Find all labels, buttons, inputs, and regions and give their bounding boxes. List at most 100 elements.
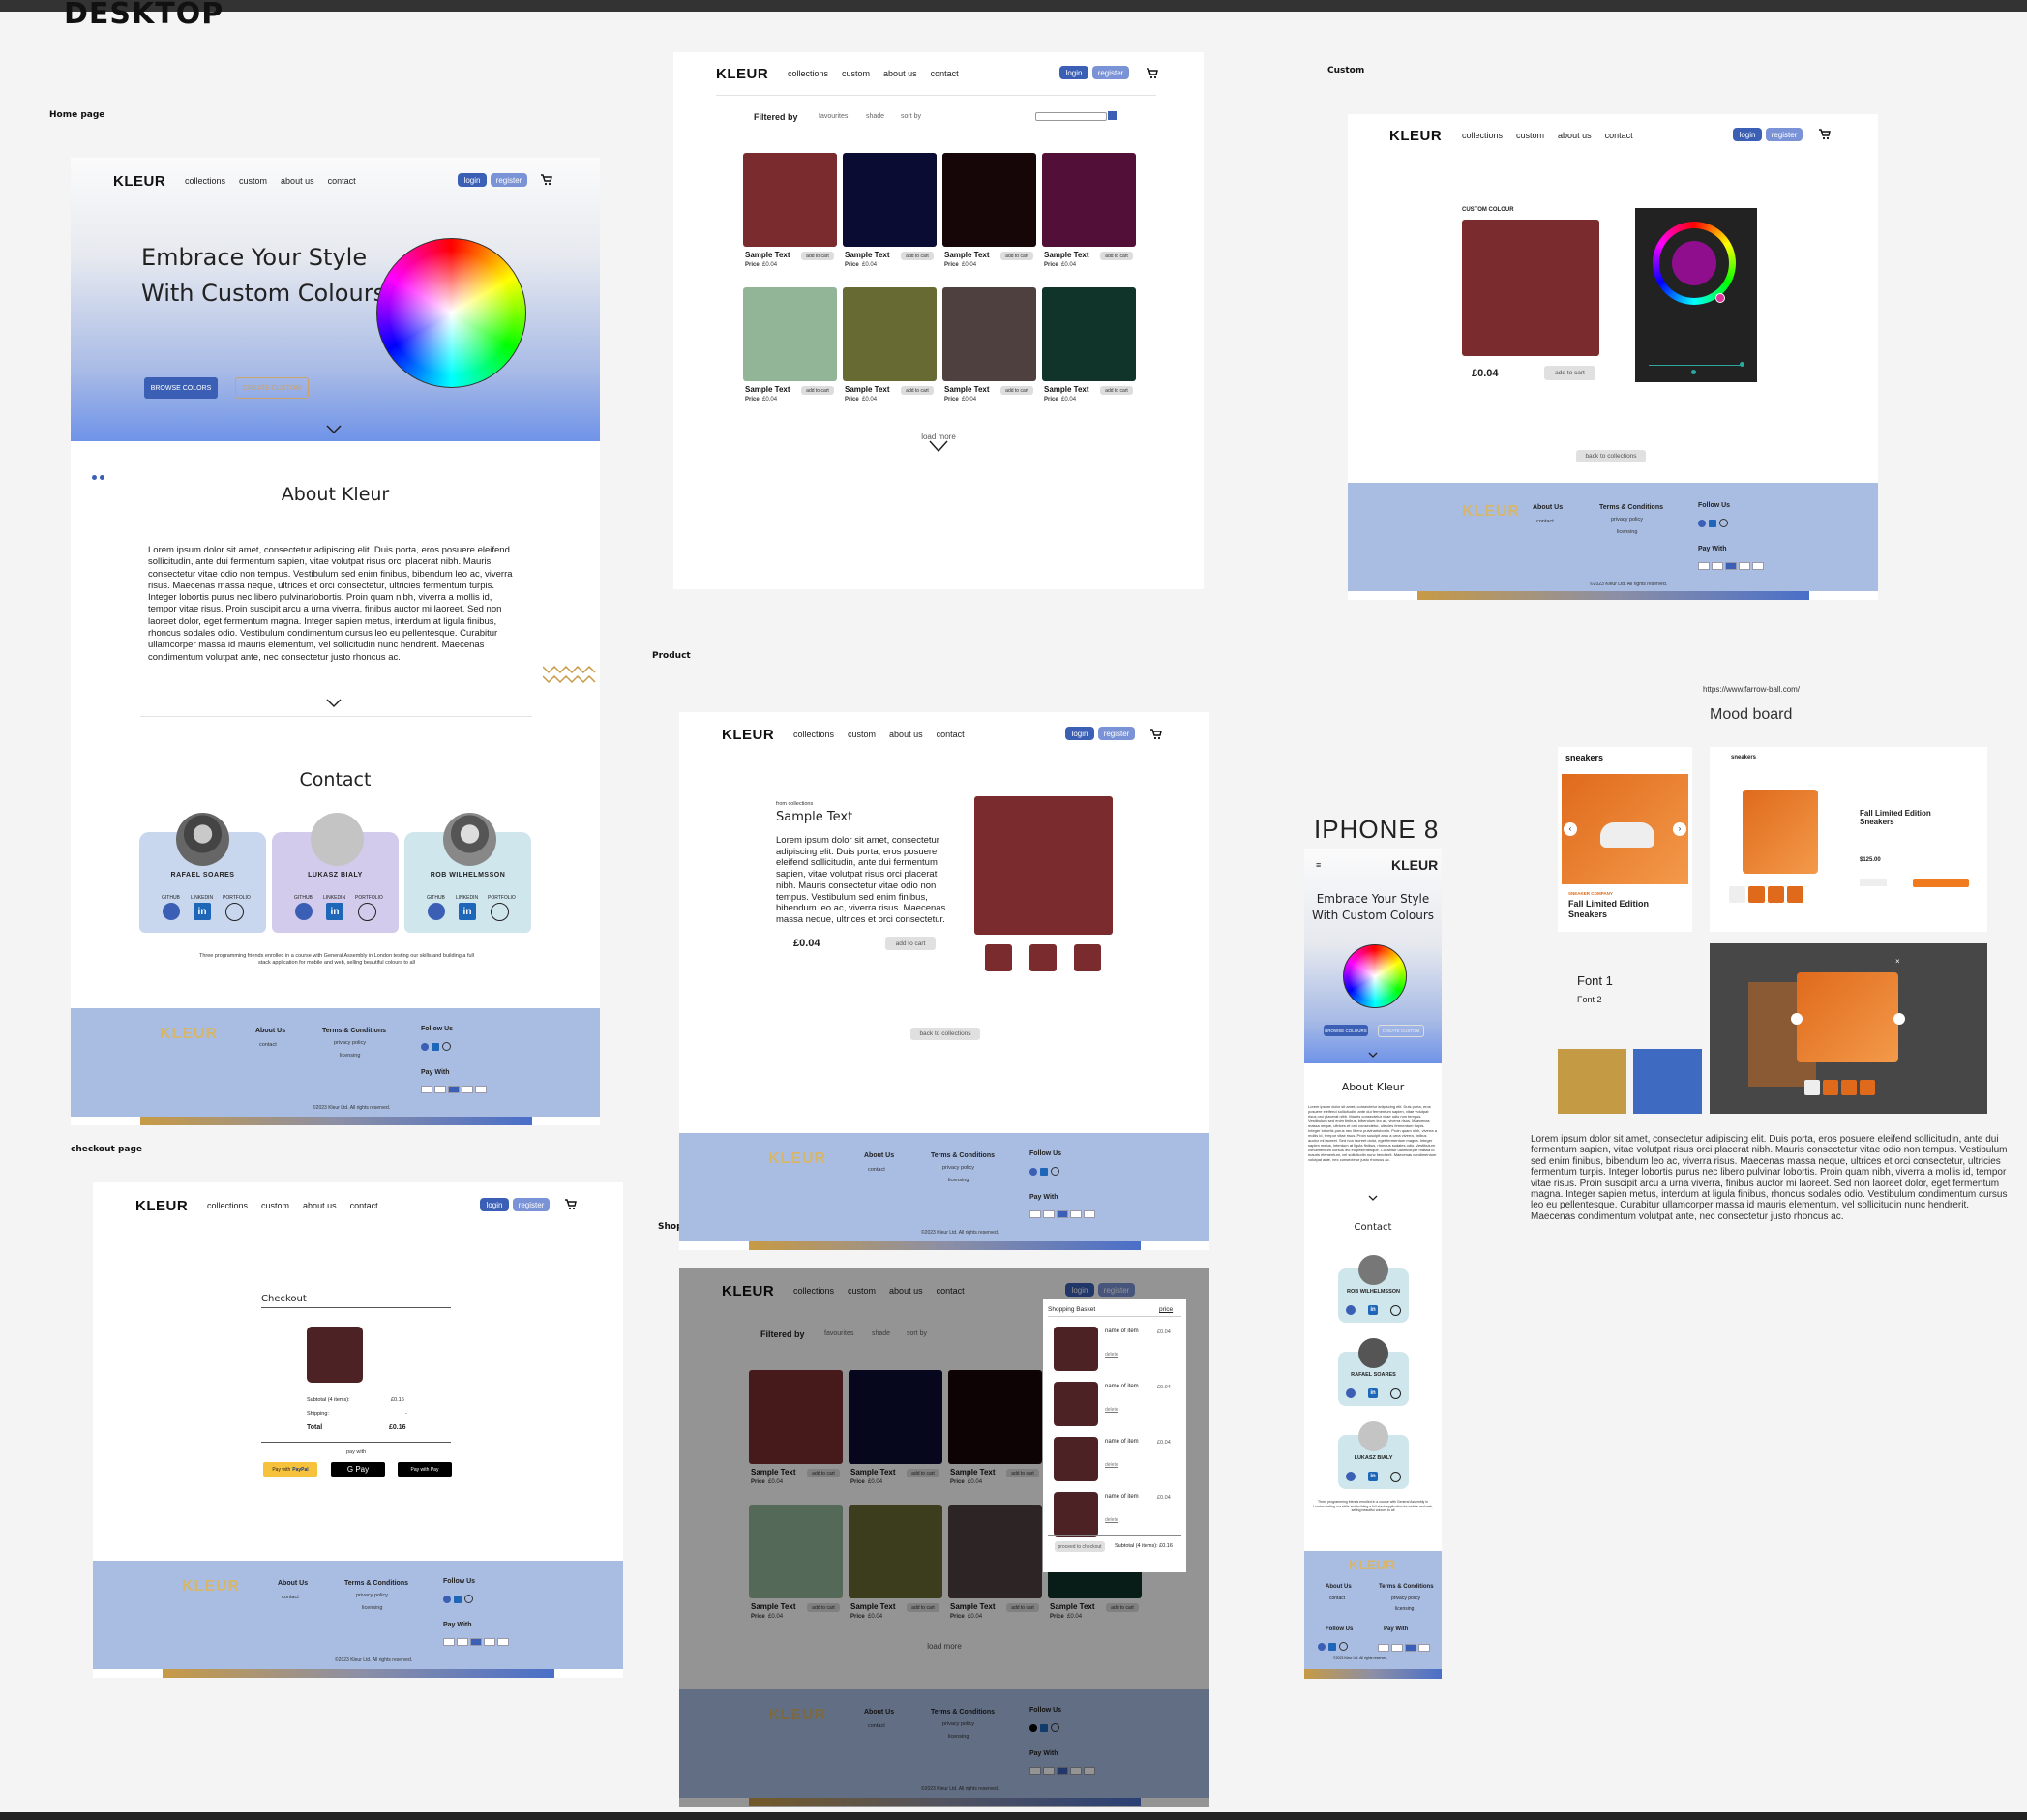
- breadcrumb[interactable]: from collections: [776, 801, 813, 807]
- close-icon[interactable]: ×: [1895, 957, 1900, 966]
- reference-url[interactable]: https://www.farrow-ball.com/: [1703, 685, 1800, 694]
- logo[interactable]: KLEUR: [722, 727, 774, 743]
- footer-contact-link[interactable]: contact: [1536, 519, 1554, 524]
- github-icon[interactable]: [1346, 1305, 1356, 1315]
- nav-contact[interactable]: contact: [937, 730, 965, 739]
- cart-icon[interactable]: [541, 174, 552, 186]
- github-icon[interactable]: [428, 903, 445, 920]
- footer-privacy-link[interactable]: privacy policy: [334, 1040, 366, 1046]
- hue-handle[interactable]: [1715, 293, 1725, 303]
- register-button[interactable]: register: [1098, 727, 1135, 740]
- nav-custom[interactable]: custom: [239, 176, 267, 186]
- delete-link[interactable]: delete: [1105, 1352, 1118, 1358]
- cart-icon[interactable]: [565, 1199, 577, 1210]
- nav-about[interactable]: about us: [281, 176, 314, 186]
- globe-icon[interactable]: [358, 903, 376, 921]
- search-input[interactable]: [1035, 112, 1107, 121]
- mobile-color-wheel[interactable]: [1343, 944, 1407, 1008]
- linkedin-icon[interactable]: in: [1368, 1472, 1378, 1481]
- nav-about[interactable]: about us: [883, 69, 917, 78]
- globe-icon[interactable]: [491, 903, 509, 921]
- footer-privacy-link[interactable]: privacy policy: [356, 1593, 388, 1598]
- cart-icon[interactable]: [1147, 68, 1158, 79]
- prev-arrow-icon[interactable]: [1791, 1013, 1803, 1025]
- add-to-cart-button[interactable]: add to cart: [801, 252, 834, 260]
- colour-swatch[interactable]: [743, 287, 837, 381]
- register-button[interactable]: register: [1766, 128, 1803, 141]
- footer-licensing-link[interactable]: licensing: [362, 1605, 382, 1611]
- github-icon[interactable]: [421, 1042, 429, 1051]
- filter-shade[interactable]: shade: [866, 113, 884, 120]
- globe-icon[interactable]: [442, 1042, 451, 1052]
- delete-link[interactable]: delete: [1105, 1517, 1118, 1523]
- footer-logo[interactable]: KLEUR: [768, 1150, 826, 1168]
- mobile-footer-contact[interactable]: contact: [1329, 1596, 1345, 1601]
- next-arrow-icon[interactable]: ›: [1673, 822, 1686, 836]
- footer-licensing-link[interactable]: licensing: [340, 1053, 360, 1059]
- add-to-cart-button[interactable]: add to cart: [1100, 252, 1133, 260]
- nav-collections[interactable]: collections: [207, 1201, 248, 1210]
- colour-swatch[interactable]: [942, 287, 1036, 381]
- linkedin-icon[interactable]: in: [1368, 1305, 1378, 1315]
- product-thumbnail[interactable]: [1029, 944, 1057, 971]
- product-thumbnail[interactable]: [1074, 944, 1101, 971]
- register-button[interactable]: register: [513, 1198, 550, 1211]
- login-button[interactable]: login: [1065, 727, 1094, 740]
- mobile-logo[interactable]: KLEUR: [1391, 857, 1438, 873]
- nav-about[interactable]: about us: [1558, 131, 1592, 140]
- footer-licensing-link[interactable]: licensing: [1617, 529, 1637, 535]
- footer-logo[interactable]: KLEUR: [182, 1578, 240, 1596]
- add-to-cart-button[interactable]: add to cart: [1000, 386, 1033, 395]
- colour-swatch[interactable]: [843, 153, 937, 247]
- github-icon[interactable]: [1346, 1472, 1356, 1481]
- register-button[interactable]: register: [491, 173, 527, 187]
- paypal-button[interactable]: Pay with PayPal: [263, 1462, 317, 1477]
- slider-track[interactable]: [1649, 365, 1744, 366]
- chevron-down-icon[interactable]: [929, 438, 948, 456]
- mobile-create-button[interactable]: CREATE CUSTOM: [1378, 1025, 1424, 1037]
- chevron-down-icon[interactable]: [1368, 1195, 1378, 1203]
- add-to-cart-button[interactable]: [1913, 879, 1969, 887]
- proceed-to-checkout-button[interactable]: proceed to checkout: [1055, 1541, 1105, 1552]
- hamburger-menu-icon[interactable]: ≡: [1316, 860, 1321, 870]
- globe-icon[interactable]: [1390, 1388, 1401, 1399]
- colour-swatch[interactable]: [1042, 153, 1136, 247]
- colour-swatch[interactable]: [743, 153, 837, 247]
- delete-link[interactable]: delete: [1105, 1407, 1118, 1413]
- linkedin-icon[interactable]: in: [326, 903, 343, 920]
- add-to-cart-button[interactable]: add to cart: [1544, 366, 1595, 380]
- login-button[interactable]: login: [480, 1198, 509, 1211]
- nav-contact[interactable]: contact: [931, 69, 959, 78]
- nav-contact[interactable]: contact: [1605, 131, 1633, 140]
- linkedin-icon[interactable]: [432, 1042, 439, 1051]
- linkedin-icon[interactable]: in: [1368, 1388, 1378, 1398]
- logo[interactable]: KLEUR: [113, 173, 165, 190]
- create-custom-button[interactable]: CREATE CUSTOM: [235, 377, 309, 399]
- globe-icon[interactable]: [1390, 1305, 1401, 1316]
- github-icon[interactable]: [1346, 1388, 1356, 1398]
- chevron-down-icon[interactable]: [326, 424, 342, 435]
- nav-contact[interactable]: contact: [328, 176, 356, 186]
- footer-contact-link[interactable]: contact: [868, 1167, 885, 1173]
- nav-custom[interactable]: custom: [261, 1201, 289, 1210]
- footer-logo[interactable]: KLEUR: [1462, 503, 1520, 521]
- nav-collections[interactable]: collections: [185, 176, 225, 186]
- search-icon[interactable]: [1108, 111, 1117, 120]
- basket-item-swatch[interactable]: [1054, 1382, 1098, 1426]
- linkedin-icon[interactable]: in: [194, 903, 211, 920]
- mobile-footer-logo[interactable]: KLEUR: [1349, 1557, 1395, 1572]
- next-arrow-icon[interactable]: [1893, 1013, 1905, 1025]
- basket-item-swatch[interactable]: [1054, 1492, 1098, 1537]
- add-to-cart-button[interactable]: add to cart: [801, 386, 834, 395]
- nav-about[interactable]: about us: [889, 730, 923, 739]
- login-button[interactable]: login: [1059, 66, 1088, 79]
- add-to-cart-button[interactable]: add to cart: [901, 252, 934, 260]
- nav-custom[interactable]: custom: [1516, 131, 1544, 140]
- footer-logo[interactable]: KLEUR: [160, 1026, 218, 1043]
- footer-privacy-link[interactable]: privacy policy: [942, 1165, 974, 1171]
- footer-contact-link[interactable]: contact: [282, 1595, 299, 1600]
- register-button[interactable]: register: [1092, 66, 1129, 79]
- cart-icon[interactable]: [1819, 129, 1831, 140]
- add-to-cart-button[interactable]: add to cart: [1000, 252, 1033, 260]
- github-icon[interactable]: [295, 903, 313, 920]
